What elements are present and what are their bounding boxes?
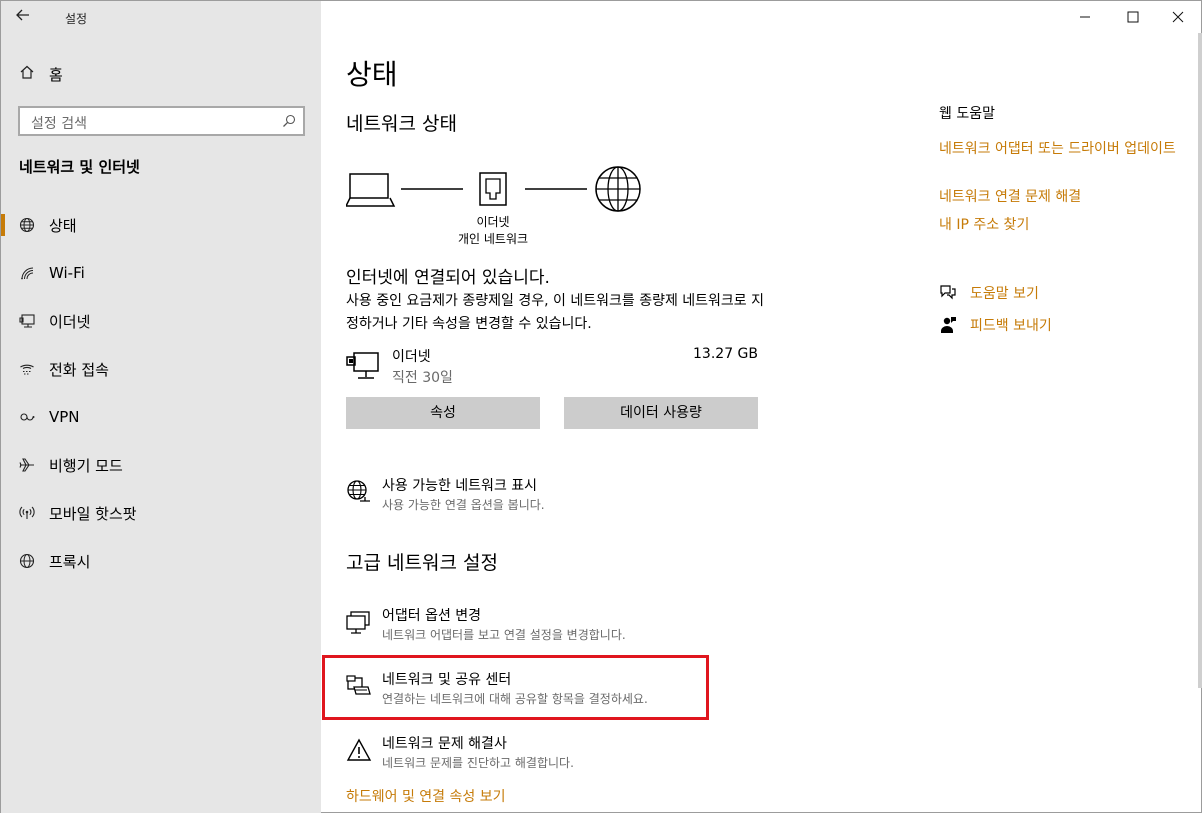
connection-period: 직전 30일 [392,370,453,386]
send-feedback-link[interactable]: 피드백 보내기 [939,314,1052,336]
close-icon [1172,11,1184,23]
home-label: 홈 [49,65,63,84]
sidebar-item-wifi[interactable]: Wi-Fi [1,249,321,297]
main-content: 상태 네트워크 상태 이더넷 개인 네트워크 인터넷에 연결되어 있습니다. 사… [321,1,1202,813]
get-help-label: 도움말 보기 [970,286,1039,302]
minimize-icon [1080,16,1090,18]
sidebar-section-title: 네트워크 및 인터넷 [19,158,140,176]
link-title: 네트워크 및 공유 센터 [382,672,512,688]
sidebar-item-label: VPN [49,408,80,426]
link-desc: 연결하는 네트워크에 대해 공유할 항목을 결정하세요. [382,692,648,706]
sidebar-item-status[interactable]: 상태 [1,201,321,249]
sidebar-item-label: 상태 [49,216,77,235]
properties-button[interactable]: 속성 [346,397,540,429]
sidebar-item-dialup[interactable]: 전화 접속 [1,345,321,393]
link-title: 사용 가능한 네트워크 표시 [382,478,538,494]
home-nav-item[interactable]: 홈 [19,63,63,85]
airplane-icon [19,457,35,473]
ethernet-pc-icon [346,352,379,379]
connection-usage: 13.27 GB [693,346,758,362]
diagram-caption-type: 이더넷 [476,215,510,229]
send-feedback-label: 피드백 보내기 [970,318,1052,334]
scrollbar[interactable] [1198,33,1202,688]
back-arrow-icon [16,9,29,21]
sidebar-item-label: 모바일 핫스팟 [49,504,137,523]
maximize-button[interactable] [1110,1,1156,33]
close-button[interactable] [1155,1,1201,33]
ethernet-port-icon [479,172,507,206]
update-adapter-driver-link[interactable]: 네트워크 어댑터 또는 드라이버 업데이트 [939,138,1184,160]
app-title: 설정 [65,12,88,26]
globe-network-icon [347,480,370,502]
settings-search-input[interactable]: 설정 검색 [18,106,305,136]
sidebar-item-label: 전화 접속 [49,360,109,379]
link-title: 네트워크 문제 해결사 [382,736,507,752]
network-diagram: 이더넷 개인 네트워크 [346,163,666,253]
back-button[interactable] [15,7,39,29]
sidebar-item-label: 이더넷 [49,312,91,331]
settings-window: 설정 홈 설정 검색 네트워크 및 인터넷 상태 Wi-Fi 이더넷 전화 접속… [0,0,1202,813]
link-desc: 네트워크 어댑터를 보고 연결 설정을 변경합니다. [382,628,626,642]
vpn-icon [19,409,35,425]
link-desc: 네트워크 문제를 진단하고 해결합니다. [382,756,574,770]
find-ip-link[interactable]: 내 IP 주소 찾기 [939,214,1184,236]
sharing-center-icon [346,675,371,695]
link-desc: 사용 가능한 연결 옵션을 봅니다. [382,498,545,512]
adapter-monitor-icon [346,611,370,634]
hardware-properties-link[interactable]: 하드웨어 및 연결 속성 보기 [346,786,505,806]
home-icon [19,64,35,84]
link-title: 어댑터 옵션 변경 [382,608,482,624]
hotspot-icon [19,505,35,521]
connection-row: 이더넷 직전 30일 13.27 GB [346,345,758,387]
globe-status-icon [19,217,35,233]
sidebar-item-hotspot[interactable]: 모바일 핫스팟 [1,489,321,537]
search-placeholder: 설정 검색 [31,116,87,132]
get-help-link[interactable]: 도움말 보기 [939,282,1039,304]
minimize-button[interactable] [1062,1,1108,33]
wifi-icon [19,265,35,281]
advanced-settings-heading: 고급 네트워크 설정 [346,552,498,574]
connection-status-text: 인터넷에 연결되어 있습니다. [346,268,550,288]
data-usage-button[interactable]: 데이터 사용량 [564,397,758,429]
sidebar-item-ethernet[interactable]: 이더넷 [1,297,321,345]
sidebar-item-vpn[interactable]: VPN [1,393,321,441]
sidebar-item-label: 비행기 모드 [49,456,123,475]
network-sharing-center-link[interactable]: 네트워크 및 공유 센터 연결하는 네트워크에 대해 공유할 항목을 결정하세요… [346,669,766,713]
sidebar-item-proxy[interactable]: 프록시 [1,537,321,585]
change-adapter-options-link[interactable]: 어댑터 옵션 변경 네트워크 어댑터를 보고 연결 설정을 변경합니다. [346,605,766,649]
globe-icon [19,553,35,569]
network-status-heading: 네트워크 상태 [346,113,457,135]
sidebar: 설정 홈 설정 검색 네트워크 및 인터넷 상태 Wi-Fi 이더넷 전화 접속… [1,1,321,813]
sidebar-item-label: Wi-Fi [49,264,85,282]
diagram-caption-profile: 개인 네트워크 [457,232,529,246]
search-icon [283,114,296,127]
maximize-icon [1127,11,1139,23]
show-available-networks-link[interactable]: 사용 가능한 네트워크 표시 사용 가능한 연결 옵션을 봅니다. [346,475,766,519]
connection-status-desc: 사용 중인 요금제가 종량제일 경우, 이 네트워크를 종량제 네트워크로 지정… [346,293,765,332]
internet-globe-icon [595,166,641,212]
laptop-icon [346,173,396,207]
sidebar-nav: 상태 Wi-Fi 이더넷 전화 접속 VPN 비행기 모드 모바일 핫스팟 프록… [1,201,321,585]
network-troubleshooter-link[interactable]: 네트워크 문제 해결사 네트워크 문제를 진단하고 해결합니다. [346,733,766,777]
help-chat-icon [940,285,956,300]
feedback-person-icon [941,317,956,333]
fix-connection-link[interactable]: 네트워크 연결 문제 해결 [939,186,1184,208]
sidebar-item-airplane[interactable]: 비행기 모드 [1,441,321,489]
dial-up-icon [19,361,35,377]
page-title: 상태 [346,58,398,91]
ethernet-icon [19,313,35,329]
sidebar-item-label: 프록시 [49,552,91,571]
connection-name: 이더넷 [392,349,431,365]
web-help-title: 웹 도움말 [939,106,995,122]
warning-icon [346,738,372,761]
